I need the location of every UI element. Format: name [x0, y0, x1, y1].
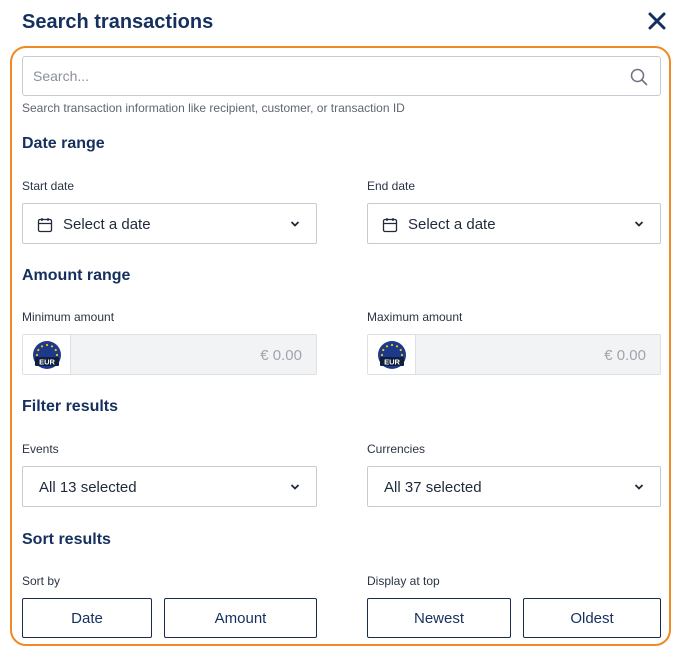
calendar-icon	[382, 218, 398, 233]
currency-flag: EUR	[368, 335, 416, 374]
minimum-amount-field[interactable]: EUR € 0.00	[22, 334, 317, 375]
events-label: Events	[22, 442, 59, 456]
display-at-top-label: Display at top	[367, 574, 440, 588]
page-title: Search transactions	[22, 11, 214, 33]
currency-code: EUR	[39, 358, 55, 367]
events-select[interactable]: All 13 selected	[22, 466, 317, 507]
end-date-label: End date	[367, 179, 416, 193]
maximum-amount-label: Maximum amount	[367, 310, 463, 324]
start-date-value: Select a date	[63, 216, 151, 233]
close-button[interactable]	[646, 10, 668, 32]
eu-flag-icon: EUR	[33, 341, 61, 369]
sort-by-label: Sort by	[22, 574, 61, 588]
events-value: All 13 selected	[39, 479, 137, 496]
start-date-picker[interactable]: Select a date	[22, 203, 317, 244]
minimum-amount-label: Minimum amount	[22, 310, 115, 324]
newest-button[interactable]: Newest	[367, 598, 511, 638]
end-date-picker[interactable]: Select a date	[367, 203, 661, 244]
currencies-label: Currencies	[367, 442, 426, 456]
sort-results-title: Sort results	[22, 531, 111, 548]
maximum-amount-field[interactable]: EUR € 0.00	[367, 334, 661, 375]
filter-results-title: Filter results	[22, 398, 119, 415]
end-date-value: Select a date	[408, 216, 496, 233]
currency-flag: EUR	[23, 335, 71, 374]
currencies-select[interactable]: All 37 selected	[367, 466, 661, 507]
close-icon	[648, 12, 666, 30]
sort-amount-button[interactable]: Amount	[164, 598, 317, 638]
search-hint: Search transaction information like reci…	[22, 101, 405, 115]
minimum-amount-value: € 0.00	[260, 347, 302, 364]
oldest-button[interactable]: Oldest	[523, 598, 661, 638]
start-date-label: Start date	[22, 179, 75, 193]
currency-code: EUR	[384, 358, 400, 367]
chevron-down-icon	[634, 221, 644, 227]
chevron-down-icon	[290, 484, 300, 490]
dialog-header: Search transactions	[22, 8, 668, 36]
search-box[interactable]	[22, 56, 661, 96]
maximum-amount-value: € 0.00	[604, 347, 646, 364]
eu-flag-icon: EUR	[378, 341, 406, 369]
chevron-down-icon	[290, 221, 300, 227]
sort-date-button[interactable]: Date	[22, 598, 152, 638]
amount-range-title: Amount range	[22, 267, 131, 284]
chevron-down-icon	[634, 484, 644, 490]
currencies-value: All 37 selected	[384, 479, 482, 496]
search-input[interactable]	[33, 57, 623, 95]
search-icon[interactable]	[630, 68, 648, 86]
date-range-title: Date range	[22, 135, 105, 152]
calendar-icon	[37, 218, 53, 233]
